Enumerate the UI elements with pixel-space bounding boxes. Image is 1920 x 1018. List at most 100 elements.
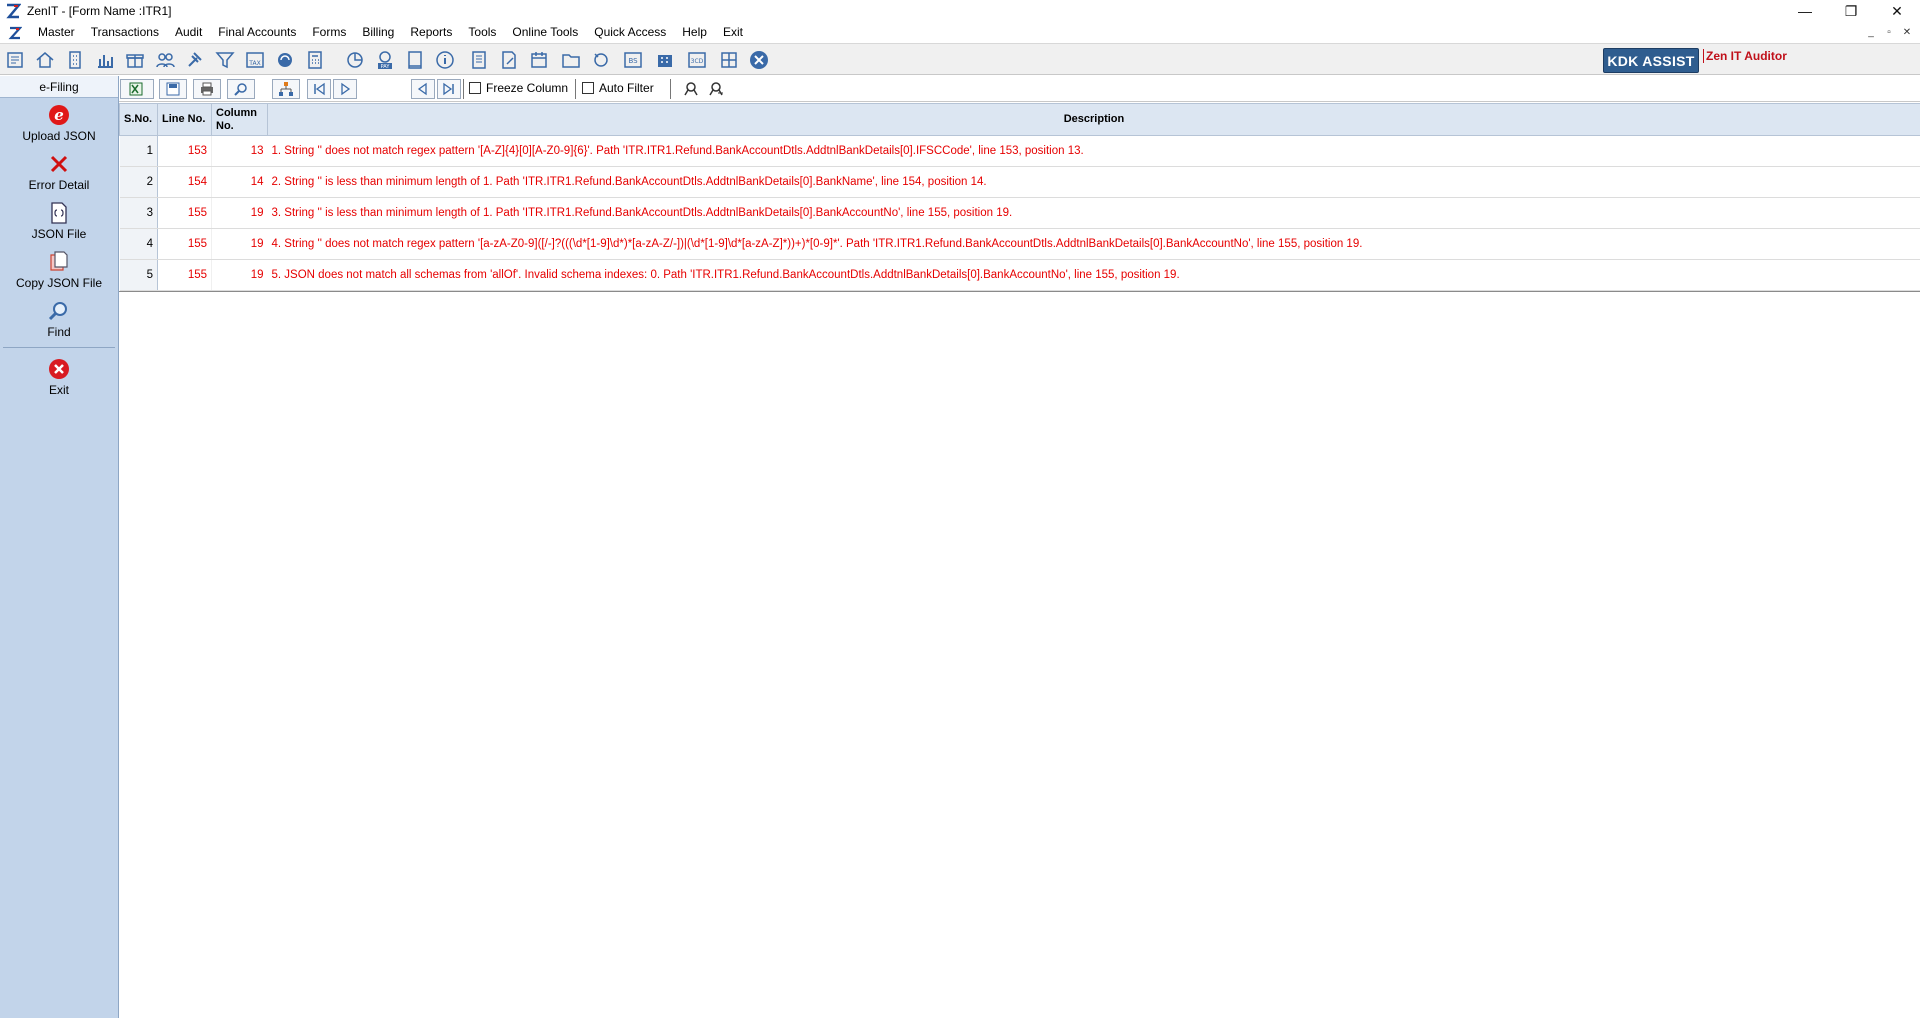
calendar-icon[interactable] bbox=[528, 49, 550, 71]
zoom-icon bbox=[234, 83, 247, 96]
zen-it-auditor-label[interactable]: Zen IT Auditor bbox=[1703, 49, 1787, 63]
document-edit-icon[interactable] bbox=[498, 49, 520, 71]
refresh-icon[interactable] bbox=[274, 49, 296, 71]
checkbox-box[interactable] bbox=[582, 82, 594, 94]
menu-tools[interactable]: Tools bbox=[460, 22, 504, 43]
folder-icon[interactable] bbox=[560, 49, 582, 71]
pay-icon[interactable]: PAY bbox=[374, 49, 396, 71]
bs-icon[interactable]: BS bbox=[622, 49, 644, 71]
sidebar-item-upload-json[interactable]: e Upload JSON bbox=[0, 98, 118, 147]
sidebar-item-label: Copy JSON File bbox=[15, 275, 103, 290]
minimize-icon[interactable]: — bbox=[1782, 0, 1828, 22]
menu-final-accounts[interactable]: Final Accounts bbox=[210, 22, 304, 43]
sidebar-item-copy-json-file[interactable]: Copy JSON File bbox=[0, 245, 118, 294]
export-excel-button[interactable] bbox=[120, 79, 154, 99]
table-row[interactable]: 5 155 19 5. JSON does not match all sche… bbox=[119, 259, 1920, 291]
cell-description: 3. String '' is less than minimum length… bbox=[267, 197, 1920, 229]
checkbox-box[interactable] bbox=[469, 82, 481, 94]
home-icon[interactable] bbox=[34, 49, 56, 71]
sidebar-item-label: Find bbox=[47, 324, 71, 339]
filter-icon[interactable] bbox=[214, 49, 236, 71]
first-record-button[interactable] bbox=[307, 79, 331, 99]
column-header-line-no[interactable]: Line No. bbox=[157, 103, 212, 136]
menu-help[interactable]: Help bbox=[674, 22, 715, 43]
back-icon bbox=[417, 82, 427, 96]
sidebar-item-find[interactable]: Find bbox=[0, 294, 118, 343]
cell-sno: 2 bbox=[119, 166, 158, 198]
find-button[interactable] bbox=[680, 79, 702, 99]
menu-quick-access[interactable]: Quick Access bbox=[586, 22, 674, 43]
previous-record-button[interactable] bbox=[411, 79, 435, 99]
svg-text:PAY: PAY bbox=[381, 64, 391, 70]
column-header-sno[interactable]: S.No. bbox=[119, 103, 158, 136]
freeze-column-checkbox[interactable]: Freeze Column bbox=[469, 81, 568, 95]
mdi-restore-icon[interactable]: ▫ bbox=[1880, 27, 1898, 38]
table-row[interactable]: 3 155 19 3. String '' is less than minim… bbox=[119, 197, 1920, 229]
binoculars-icon bbox=[684, 82, 698, 96]
menu-transactions[interactable]: Transactions bbox=[83, 22, 167, 43]
auto-filter-checkbox[interactable]: Auto Filter bbox=[582, 81, 654, 95]
cell-description: 5. JSON does not match all schemas from … bbox=[267, 259, 1920, 291]
sidebar-divider bbox=[3, 347, 115, 348]
report-grid-icon[interactable] bbox=[718, 49, 740, 71]
3cd-icon[interactable]: 3CD bbox=[686, 49, 708, 71]
notebook-icon[interactable] bbox=[404, 49, 426, 71]
sidebar-item-label: Exit bbox=[48, 382, 69, 397]
table-row[interactable]: 1 153 13 1. String '' does not match reg… bbox=[119, 135, 1920, 167]
pie-chart-icon[interactable] bbox=[344, 49, 366, 71]
sidebar-item-exit[interactable]: Exit bbox=[0, 352, 118, 401]
table-row[interactable]: 2 154 14 2. String '' is less than minim… bbox=[119, 166, 1920, 198]
menu-audit[interactable]: Audit bbox=[167, 22, 210, 43]
office-icon[interactable] bbox=[654, 49, 676, 71]
gavel-icon[interactable] bbox=[184, 49, 206, 71]
calculator-icon[interactable] bbox=[304, 49, 326, 71]
sidebar-item-label: JSON File bbox=[31, 226, 87, 241]
column-header-description[interactable]: Description bbox=[267, 103, 1920, 136]
app-menu-logo-icon[interactable] bbox=[8, 26, 23, 40]
cell-column-no: 19 bbox=[211, 228, 268, 260]
restore-icon[interactable]: ❐ bbox=[1828, 0, 1874, 22]
column-header-column-no[interactable]: Column No. bbox=[211, 103, 268, 136]
mdi-minimize-icon[interactable]: _ bbox=[1862, 27, 1880, 38]
menu-exit[interactable]: Exit bbox=[715, 22, 751, 43]
json-file-icon bbox=[47, 201, 71, 225]
next-record-button[interactable] bbox=[333, 79, 357, 99]
register-icon[interactable] bbox=[468, 49, 490, 71]
menu-billing[interactable]: Billing bbox=[354, 22, 402, 43]
first-icon bbox=[314, 82, 325, 96]
cell-sno: 3 bbox=[119, 197, 158, 229]
hierarchy-icon bbox=[279, 82, 293, 96]
last-record-button[interactable] bbox=[437, 79, 461, 99]
table-row[interactable]: 4 155 19 4. String '' does not match reg… bbox=[119, 228, 1920, 260]
mdi-controls: _ ▫ ✕ bbox=[1862, 22, 1916, 43]
find-next-button[interactable] bbox=[705, 79, 727, 99]
tax-icon[interactable]: TAX bbox=[244, 49, 266, 71]
bar-chart-icon[interactable] bbox=[94, 49, 116, 71]
tree-view-button[interactable] bbox=[272, 79, 300, 99]
sidebar-item-error-detail[interactable]: Error Detail bbox=[0, 147, 118, 196]
save-grid-button[interactable] bbox=[159, 79, 187, 99]
menu-reports[interactable]: Reports bbox=[402, 22, 460, 43]
sync-icon[interactable] bbox=[590, 49, 612, 71]
close-circle-icon[interactable] bbox=[748, 49, 770, 71]
efiling-e-icon: e bbox=[47, 103, 71, 127]
preview-button[interactable] bbox=[227, 79, 255, 99]
info-icon[interactable] bbox=[434, 49, 456, 71]
gift-icon[interactable] bbox=[124, 49, 146, 71]
error-x-icon bbox=[47, 152, 71, 176]
close-icon[interactable]: ✕ bbox=[1874, 0, 1920, 22]
app-logo-icon bbox=[5, 3, 22, 19]
menu-forms[interactable]: Forms bbox=[304, 22, 354, 43]
building-icon[interactable] bbox=[64, 49, 86, 71]
cell-line-no: 154 bbox=[157, 166, 212, 198]
sidebar-item-json-file[interactable]: JSON File bbox=[0, 196, 118, 245]
print-button[interactable] bbox=[193, 79, 221, 99]
cell-description: 4. String '' does not match regex patter… bbox=[267, 228, 1920, 260]
ledger-icon[interactable] bbox=[4, 49, 26, 71]
play-icon bbox=[341, 82, 351, 96]
menu-master[interactable]: Master bbox=[30, 22, 83, 43]
mdi-close-icon[interactable]: ✕ bbox=[1898, 27, 1916, 38]
kdk-assist-button[interactable]: KDK ASSIST bbox=[1603, 48, 1699, 73]
users-icon[interactable] bbox=[154, 49, 176, 71]
menu-online-tools[interactable]: Online Tools bbox=[504, 22, 586, 43]
